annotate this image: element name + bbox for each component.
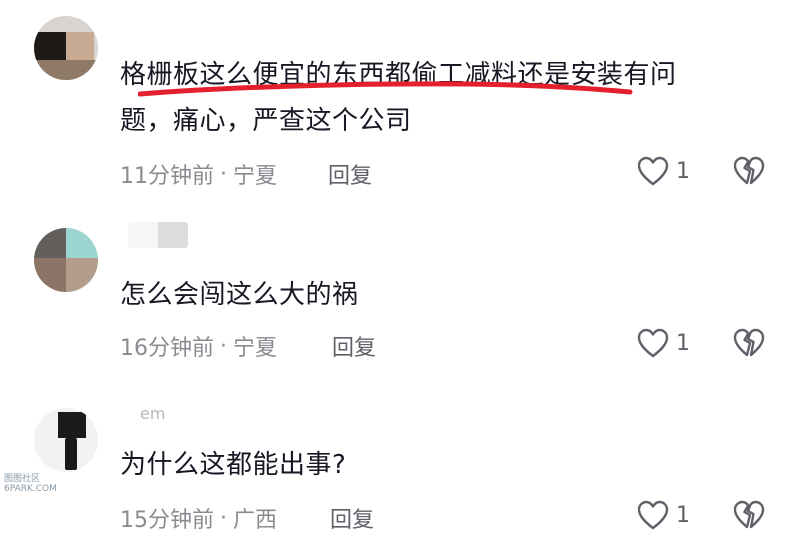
username-blurred[interactable] — [128, 222, 188, 248]
dislike-button[interactable] — [732, 327, 766, 363]
like-count: 1 — [676, 330, 690, 356]
dislike-button[interactable] — [732, 155, 766, 191]
heart-outline-icon — [637, 328, 669, 358]
dislike-button[interactable] — [732, 499, 766, 535]
comment-meta: 15分钟前 · 广西 — [120, 502, 277, 534]
avatar[interactable] — [34, 408, 98, 472]
avatar[interactable] — [34, 16, 98, 80]
watermark-line: 图图社区 — [4, 474, 41, 484]
comment-meta: 16分钟前 · 宁夏 — [120, 330, 277, 362]
red-underline-annotation — [138, 81, 633, 97]
heart-outline-icon — [637, 156, 669, 186]
heart-outline-icon — [637, 500, 669, 530]
broken-heart-icon — [733, 156, 765, 185]
comment-text: 怎么会闯这么大的祸 — [120, 280, 359, 310]
watermark: 图图社区 6PARK.COM — [4, 474, 57, 494]
comment-time: 16分钟前 — [120, 336, 214, 361]
comment-text-line: 题，痛心，严查这个公司 — [120, 106, 412, 136]
watermark-line: 6PARK.COM — [4, 484, 57, 494]
like-count: 1 — [676, 158, 690, 184]
meta-separator: · — [220, 333, 227, 359]
comment-location: 广西 — [233, 508, 278, 533]
broken-heart-icon — [733, 328, 765, 357]
comment-location: 宁夏 — [233, 164, 278, 189]
like-button[interactable]: 1 — [636, 499, 690, 531]
avatar[interactable] — [34, 228, 98, 292]
username[interactable]: em — [140, 404, 165, 423]
comment-time: 11分钟前 — [120, 164, 214, 189]
broken-heart-icon — [733, 500, 765, 529]
like-button[interactable]: 1 — [636, 327, 690, 359]
like-count: 1 — [676, 502, 690, 528]
reply-button[interactable]: 回复 — [330, 502, 374, 534]
comment-meta: 11分钟前 · 宁夏 — [120, 158, 277, 190]
comment-time: 15分钟前 — [120, 508, 214, 533]
meta-separator: · — [220, 505, 227, 531]
reply-button[interactable]: 回复 — [332, 330, 376, 362]
comment-location: 宁夏 — [233, 336, 278, 361]
meta-separator: · — [220, 161, 227, 187]
comment-text: 为什么这都能出事? — [120, 450, 347, 480]
like-button[interactable]: 1 — [636, 155, 690, 187]
reply-button[interactable]: 回复 — [328, 158, 372, 190]
